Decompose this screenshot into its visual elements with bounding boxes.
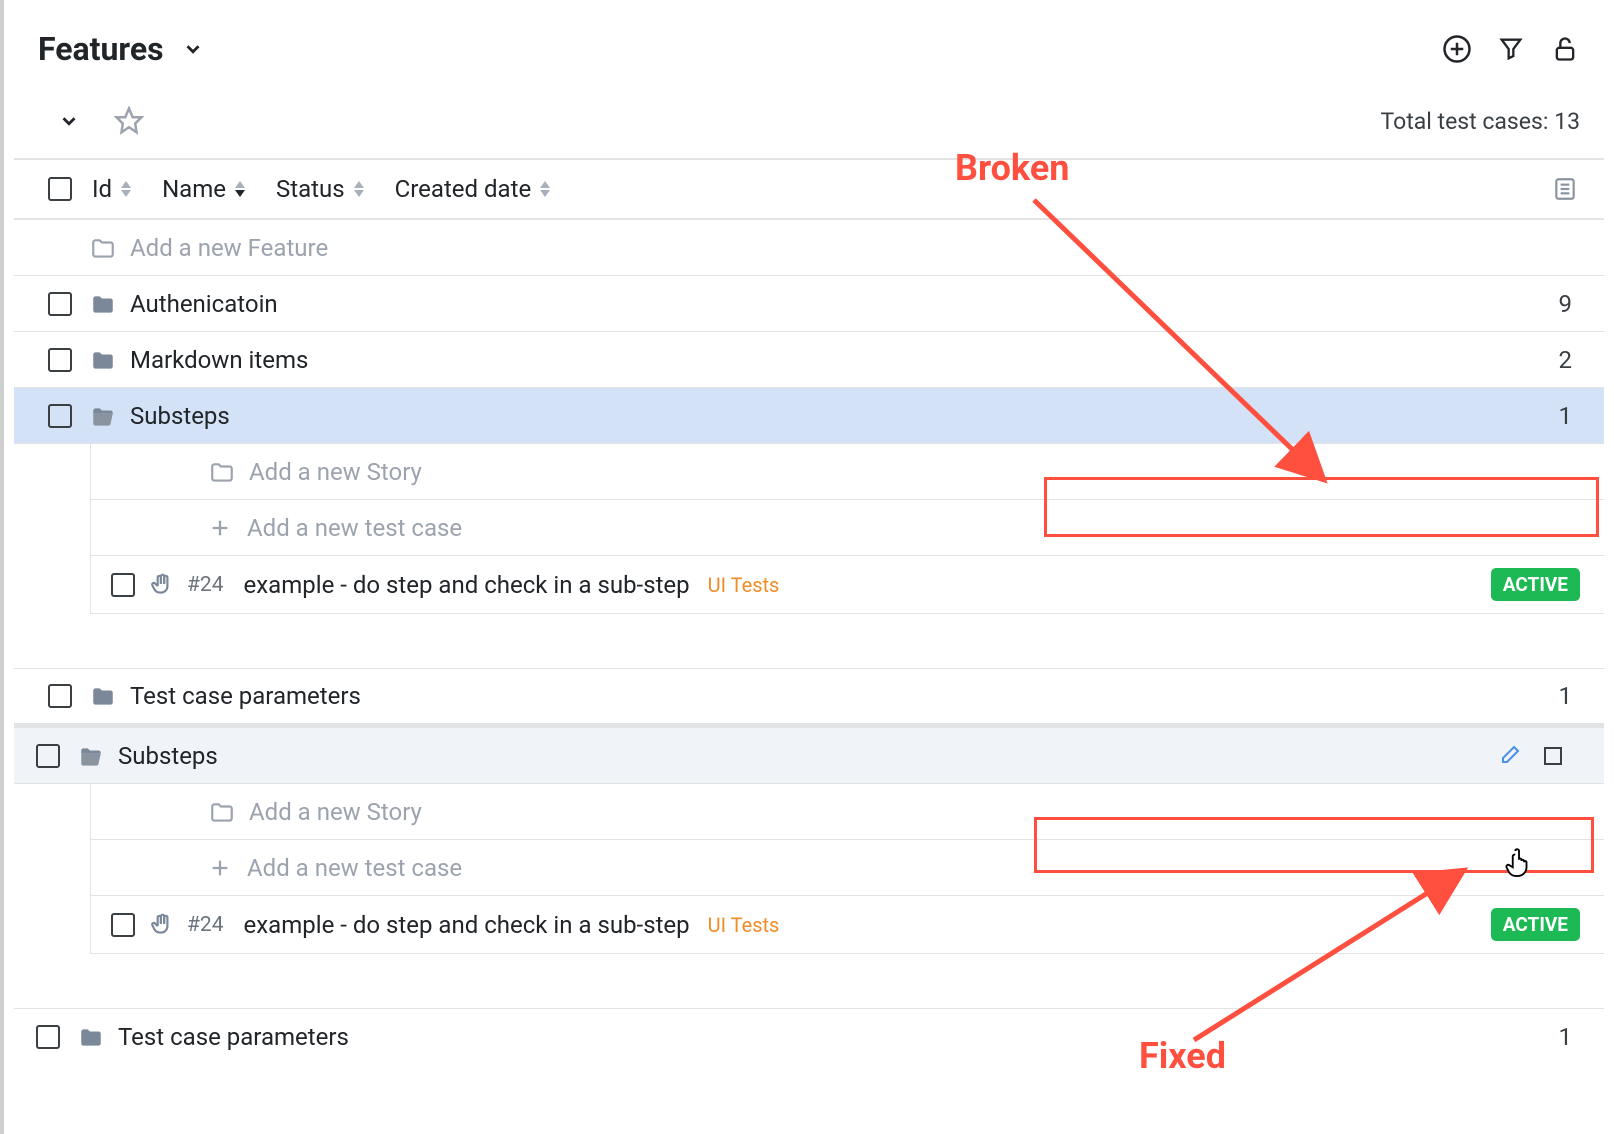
testcase-tag: UI Tests <box>708 573 780 597</box>
feature-row-auth[interactable]: Authenicatoin 9 <box>14 276 1604 332</box>
star-icon[interactable] <box>114 106 144 136</box>
row-checkbox[interactable] <box>48 404 72 428</box>
columns-settings-icon[interactable] <box>1550 174 1580 204</box>
col-id[interactable]: Id <box>92 175 132 203</box>
row-count: 9 <box>1559 290 1581 318</box>
add-feature-label: Add a new Feature <box>130 234 328 262</box>
testcase-tag: UI Tests <box>708 913 780 937</box>
add-icon[interactable] <box>1442 34 1472 64</box>
unlock-icon[interactable] <box>1550 34 1580 64</box>
status-badge: ACTIVE <box>1491 908 1580 941</box>
row-checkbox[interactable] <box>48 292 72 316</box>
row-checkbox[interactable] <box>111 573 135 597</box>
page-title: Features <box>38 30 164 68</box>
row-label: Substeps <box>130 402 230 430</box>
add-story-label: Add a new Story <box>249 458 422 486</box>
row-count: 1 <box>1559 402 1581 430</box>
page-header: Features <box>14 0 1604 82</box>
collapse-chevron-icon[interactable] <box>54 106 84 136</box>
feature-row-tcparams-1[interactable]: Test case parameters 1 <box>14 668 1604 724</box>
col-status[interactable]: Status <box>276 175 365 203</box>
testcase-id: #24 <box>187 573 224 597</box>
sort-icon <box>353 181 365 197</box>
add-testcase-label: Add a new test case <box>247 514 462 542</box>
row-checkbox[interactable] <box>48 684 72 708</box>
row-count: 1 <box>1559 682 1581 710</box>
folder-open-icon <box>90 404 114 428</box>
row-label: Test case parameters <box>118 1023 349 1051</box>
edit-icon[interactable] <box>1494 741 1524 771</box>
row-checkbox[interactable] <box>111 913 135 937</box>
add-story-label: Add a new Story <box>249 798 422 826</box>
sort-icon <box>234 181 246 197</box>
manual-hand-icon <box>149 572 175 598</box>
folder-icon <box>90 684 114 708</box>
testcase-id: #24 <box>187 913 224 937</box>
folder-icon <box>90 348 114 372</box>
feature-row-substeps-broken[interactable]: Substeps 1 <box>14 388 1604 444</box>
chevron-down-icon[interactable] <box>178 34 208 64</box>
expand-icon[interactable] <box>1538 741 1568 771</box>
subheader: Total test cases: 13 <box>14 82 1604 158</box>
testcase-row[interactable]: #24 example - do step and check in a sub… <box>90 556 1604 614</box>
row-label: Authenicatoin <box>130 290 278 318</box>
row-count: 1 <box>1559 1023 1581 1051</box>
col-name[interactable]: Name <box>162 175 246 203</box>
folder-icon <box>90 292 114 316</box>
select-all-checkbox[interactable] <box>48 177 72 201</box>
row-checkbox[interactable] <box>36 1025 60 1049</box>
row-label: Substeps <box>118 742 218 770</box>
manual-hand-icon <box>149 912 175 938</box>
sort-icon <box>539 181 551 197</box>
annotation-fixed: Fixed <box>1139 1035 1226 1077</box>
testcase-row-2[interactable]: #24 example - do step and check in a sub… <box>90 896 1604 954</box>
folder-outline-icon <box>90 236 114 260</box>
highlight-box-fixed <box>1034 817 1594 873</box>
filter-icon[interactable] <box>1496 34 1526 64</box>
plus-icon <box>209 857 231 879</box>
highlight-box-broken <box>1044 477 1599 537</box>
folder-open-icon <box>78 744 102 768</box>
testcase-name: example - do step and check in a sub-ste… <box>244 571 690 599</box>
row-label: Test case parameters <box>130 682 361 710</box>
add-testcase-label: Add a new test case <box>247 854 462 882</box>
total-cases: Total test cases: 13 <box>1380 108 1580 135</box>
add-feature-row[interactable]: Add a new Feature <box>14 220 1604 276</box>
row-checkbox[interactable] <box>36 744 60 768</box>
plus-icon <box>209 517 231 539</box>
column-headers: Id Name Status Created date <box>14 158 1604 220</box>
feature-row-tcparams-2[interactable]: Test case parameters 1 <box>14 1008 1604 1064</box>
folder-outline-icon <box>209 800 233 824</box>
testcase-name: example - do step and check in a sub-ste… <box>244 911 690 939</box>
folder-icon <box>78 1025 102 1049</box>
status-badge: ACTIVE <box>1491 568 1580 601</box>
annotation-broken: Broken <box>955 147 1069 189</box>
feature-row-substeps-fixed[interactable]: Substeps <box>14 728 1604 784</box>
folder-outline-icon <box>209 460 233 484</box>
row-count: 2 <box>1559 346 1581 374</box>
row-label: Markdown items <box>130 346 308 374</box>
feature-row-markdown[interactable]: Markdown items 2 <box>14 332 1604 388</box>
sort-icon <box>120 181 132 197</box>
col-created[interactable]: Created date <box>395 175 552 203</box>
row-checkbox[interactable] <box>48 348 72 372</box>
